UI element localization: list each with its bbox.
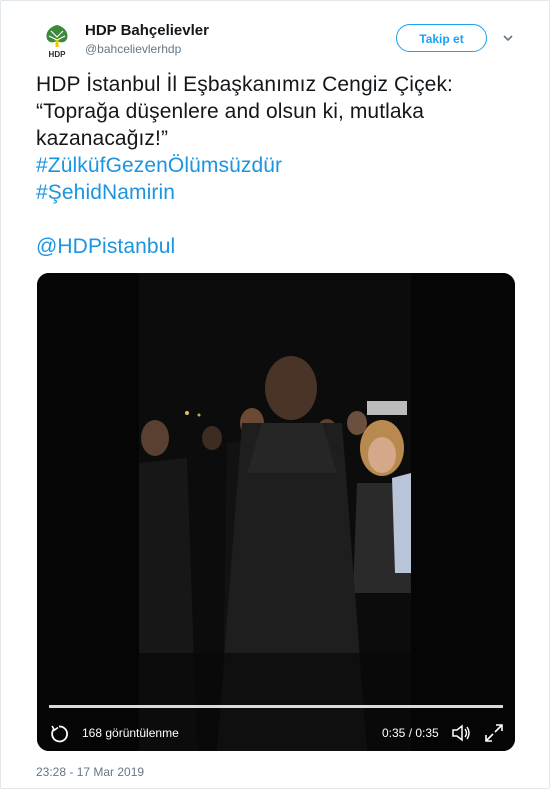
tweet-timestamp[interactable]: 23:28 - 17 Mar 2019 — [36, 765, 144, 779]
avatar-text: HDP — [49, 50, 67, 59]
user-name[interactable]: HDP Bahçelievler — [85, 22, 209, 39]
follow-button[interactable]: Takip et — [396, 24, 487, 52]
tweet-line: HDP İstanbul İl Eşbaşkanımız Cengiz Çiçe… — [36, 73, 453, 96]
view-count: 168 görüntülenme — [82, 726, 179, 740]
tweet-text: HDP İstanbul İl Eşbaşkanımız Cengiz Çiçe… — [36, 71, 526, 260]
avatar[interactable]: HDP — [37, 21, 77, 61]
video-time: 0:35 / 0:35 — [382, 726, 439, 740]
hashtag-link[interactable]: #ZülküfGezenÖlümsüzdür — [36, 152, 526, 179]
user-handle[interactable]: @bahcelievlerhdp — [85, 42, 181, 56]
tweet-line: “Toprağa düşenlere and olsun ki, mutlaka — [36, 100, 425, 123]
chevron-down-icon[interactable] — [501, 31, 515, 45]
tweet-card: HDP HDP Bahçelievler @bahcelievlerhdp Ta… — [0, 0, 550, 789]
video-player[interactable]: 168 görüntülenme 0:35 / 0:35 — [37, 273, 515, 751]
tweet-line: kazanacağız!” — [36, 127, 169, 150]
hashtag-link[interactable]: #ŞehidNamirin — [36, 179, 526, 206]
video-frame — [37, 273, 515, 751]
fullscreen-icon[interactable] — [484, 723, 504, 743]
replay-icon[interactable] — [48, 723, 70, 745]
hdp-logo-icon: HDP — [46, 25, 68, 59]
mention-link[interactable]: @HDPistanbul — [36, 233, 526, 260]
volume-icon[interactable] — [451, 723, 473, 743]
video-progress-bar[interactable] — [49, 705, 503, 708]
